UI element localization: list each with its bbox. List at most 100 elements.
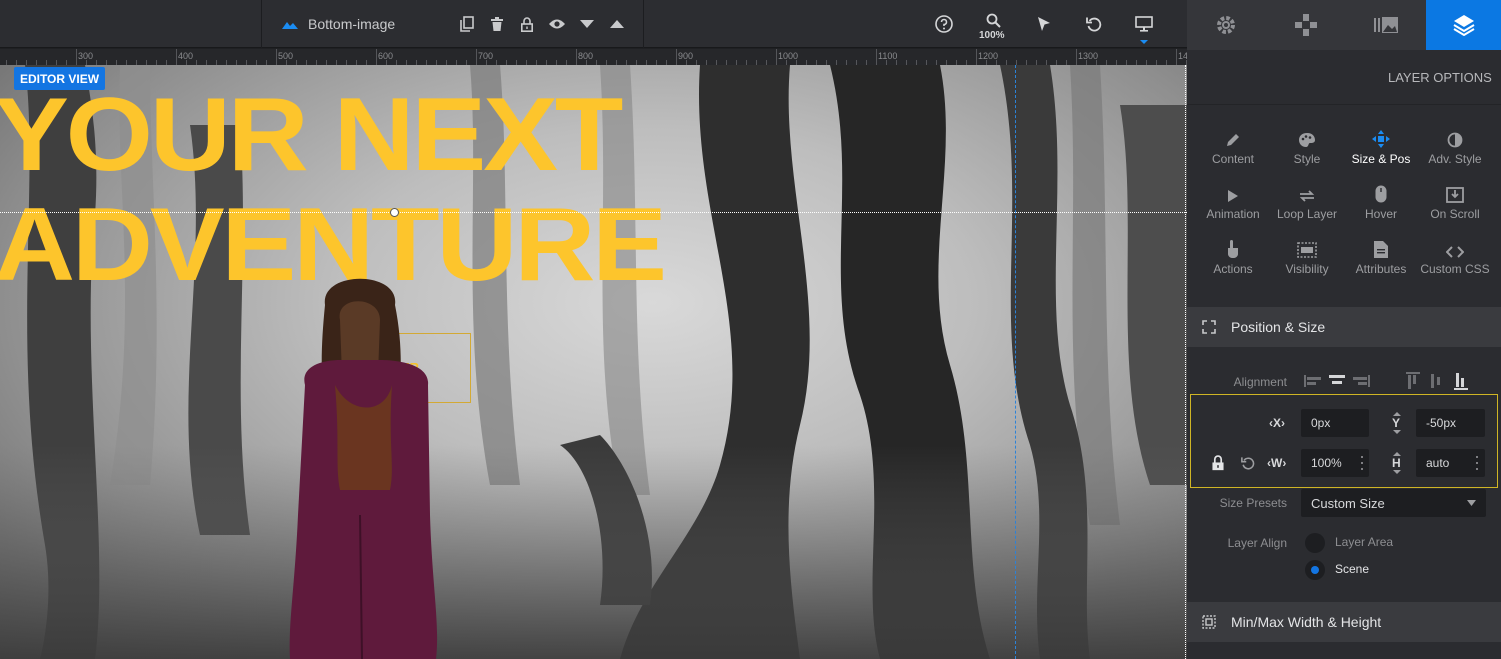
- duplicate-icon[interactable]: [457, 14, 477, 34]
- lock-aspect-icon[interactable]: [1211, 455, 1225, 471]
- option-actions[interactable]: Actions: [1196, 236, 1270, 286]
- option-label: Animation: [1206, 207, 1260, 221]
- w-letter: W: [1271, 456, 1283, 470]
- ruler-tick: [376, 49, 377, 65]
- align-left-icon[interactable]: [1304, 372, 1322, 390]
- slides-icon: [1374, 17, 1398, 33]
- horizontal-ruler: 300 400 500 600 700 800 900 1000 1100 12…: [0, 49, 1187, 65]
- layer-align-label: Layer Align: [1227, 536, 1287, 550]
- size-presets-label: Size Presets: [1219, 496, 1287, 510]
- editor-canvas[interactable]: YOUR NEXT ADVENTURE ER: [0, 65, 1187, 659]
- option-adv-style[interactable]: Adv. Style: [1418, 126, 1492, 176]
- option-on-scroll[interactable]: On Scroll: [1418, 181, 1492, 231]
- code-icon: [1446, 246, 1464, 258]
- height-unit-menu[interactable]: [1472, 456, 1482, 470]
- cursor-icon[interactable]: [1034, 14, 1054, 34]
- layers-icon: [1452, 15, 1475, 36]
- option-label: Loop Layer: [1276, 207, 1338, 221]
- option-label: Attributes: [1355, 262, 1407, 276]
- trash-icon[interactable]: [487, 14, 507, 34]
- tab-layers[interactable]: [1426, 0, 1501, 50]
- radio-selected-dot: [1311, 566, 1319, 574]
- align-middle-icon[interactable]: [1428, 372, 1446, 390]
- option-content[interactable]: Content: [1196, 126, 1270, 176]
- option-hover[interactable]: Hover: [1344, 181, 1418, 231]
- option-label: Actions: [1213, 262, 1253, 276]
- pencil-icon: [1227, 134, 1239, 146]
- layer-area-radio[interactable]: [1305, 533, 1325, 553]
- align-center-icon[interactable]: [1328, 372, 1346, 390]
- ruler-tick: [476, 49, 477, 65]
- contrast-icon: [1447, 132, 1463, 148]
- move-arrows-icon: [1372, 130, 1390, 148]
- gear-icon: [1217, 16, 1235, 34]
- x-label: ‹X›: [1269, 416, 1286, 430]
- section-title: Min/Max Width & Height: [1231, 614, 1382, 630]
- ruler-tick: [676, 49, 677, 65]
- option-style[interactable]: Style: [1270, 126, 1344, 176]
- slider-editor: Bottom-image 100% 300 400 500 600 700 80…: [0, 0, 1501, 659]
- top-toolbar: Bottom-image 100%: [0, 0, 1187, 48]
- move-down-icon[interactable]: [577, 14, 597, 34]
- align-top-icon[interactable]: [1404, 372, 1422, 390]
- canvas-boundary: [1185, 65, 1186, 659]
- resize-handle[interactable]: [390, 208, 399, 217]
- palette-icon: [1299, 133, 1315, 147]
- option-attributes[interactable]: Attributes: [1344, 236, 1418, 286]
- y-position-input[interactable]: -50px: [1416, 409, 1485, 437]
- eye-icon[interactable]: [547, 14, 567, 34]
- w-label: ‹W›: [1267, 456, 1287, 470]
- layer-options-label[interactable]: LAYER OPTIONS: [1388, 70, 1493, 85]
- option-animation[interactable]: Animation: [1196, 181, 1270, 231]
- y-label: Y: [1392, 416, 1401, 430]
- minmax-section-header[interactable]: Min/Max Width & Height: [1187, 602, 1501, 642]
- selected-layer[interactable]: Bottom-image: [282, 16, 395, 32]
- loop-icon: [1299, 190, 1315, 202]
- undo-icon[interactable]: [1084, 14, 1104, 34]
- option-label: Custom CSS: [1420, 262, 1490, 276]
- option-label: Adv. Style: [1428, 152, 1482, 166]
- size-presets-select[interactable]: Custom Size: [1301, 489, 1486, 517]
- move-up-icon[interactable]: [607, 14, 627, 34]
- width-unit-menu[interactable]: [1357, 456, 1367, 470]
- option-size-pos[interactable]: Size & Pos: [1344, 126, 1418, 176]
- mouse-icon: [1375, 185, 1387, 203]
- option-label: Style: [1293, 152, 1321, 166]
- x-position-input[interactable]: 0px: [1301, 409, 1369, 437]
- ruler-tick: [776, 49, 777, 65]
- lock-icon[interactable]: [517, 14, 537, 34]
- ruler-tick: [1076, 49, 1077, 65]
- ruler-tick: [576, 49, 577, 65]
- tab-slides[interactable]: [1347, 0, 1425, 50]
- ruler-tick: [1176, 49, 1177, 65]
- zoom-icon[interactable]: [983, 10, 1003, 30]
- align-bottom-icon[interactable]: [1452, 372, 1470, 390]
- reset-icon[interactable]: [1241, 456, 1255, 470]
- section-title: Position & Size: [1231, 319, 1326, 335]
- toolbar-divider: [643, 0, 644, 48]
- headline-line-1[interactable]: YOUR NEXT: [0, 83, 623, 187]
- layer-selection-outline: [0, 212, 1187, 213]
- option-label: Size & Pos: [1351, 152, 1411, 166]
- align-right-icon[interactable]: [1352, 372, 1370, 390]
- ruler-tick: [976, 49, 977, 65]
- gamepad-icon: [1295, 14, 1317, 36]
- image-layer-icon: [282, 22, 298, 29]
- scroll-icon: [1446, 187, 1464, 203]
- ruler-label: 1100: [878, 51, 898, 61]
- editor-view-button[interactable]: EDITOR VIEW: [14, 67, 105, 90]
- desktop-icon[interactable]: [1134, 14, 1154, 34]
- expand-icon: [1202, 320, 1216, 334]
- scene-label: Scene: [1335, 562, 1370, 576]
- position-size-section-header[interactable]: Position & Size: [1187, 307, 1501, 347]
- option-custom-css[interactable]: Custom CSS: [1418, 236, 1492, 286]
- help-icon[interactable]: [934, 14, 954, 34]
- tab-navigation[interactable]: [1267, 0, 1345, 50]
- option-loop-layer[interactable]: Loop Layer: [1270, 181, 1344, 231]
- tab-settings[interactable]: [1187, 0, 1265, 50]
- scene-radio[interactable]: [1305, 560, 1325, 580]
- option-visibility[interactable]: Visibility: [1270, 236, 1344, 286]
- woman-image-layer[interactable]: [280, 265, 450, 659]
- vertical-guide[interactable]: [1015, 65, 1016, 659]
- x-letter: X: [1273, 416, 1282, 430]
